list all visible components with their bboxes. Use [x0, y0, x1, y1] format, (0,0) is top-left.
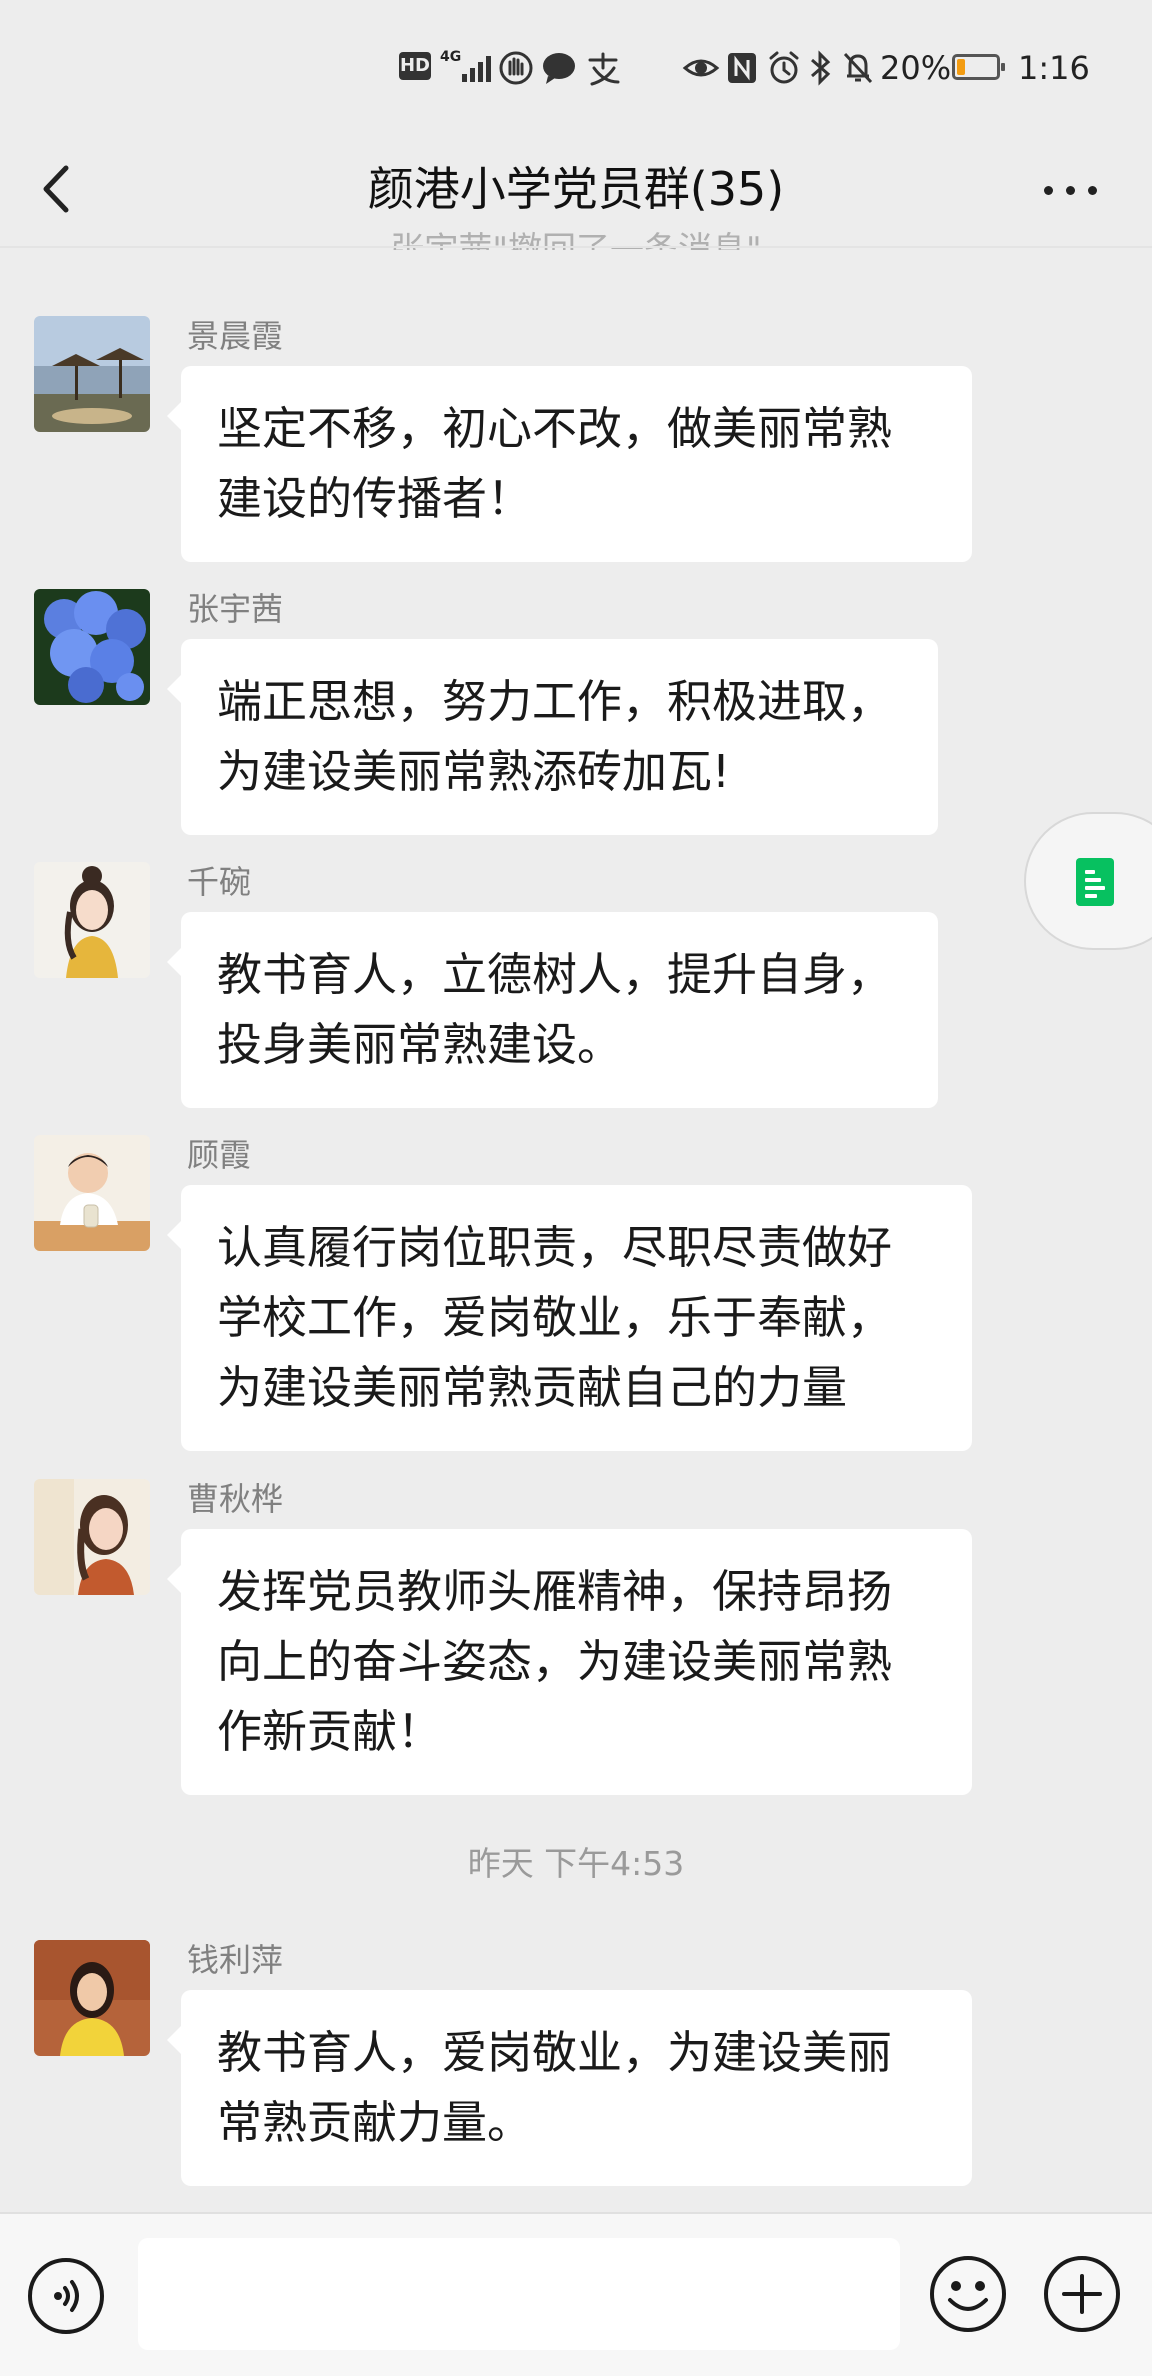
sender-name: 景晨霞: [187, 317, 284, 355]
avatar[interactable]: [34, 1940, 150, 2056]
signal-icon: 4G: [440, 48, 492, 88]
status-time: 1:16: [1018, 49, 1090, 87]
alarm-icon: [766, 48, 802, 88]
message-line: 作新贡献！: [217, 1705, 443, 1758]
divider: [0, 246, 1152, 248]
timestamp: 昨天 下午4:53: [467, 1844, 685, 1883]
bluetooth-icon: [806, 48, 834, 88]
chat-bubble-icon: [540, 48, 578, 88]
app-icon: [584, 48, 624, 88]
plus-icon[interactable]: [1042, 2254, 1122, 2334]
more-dots-icon[interactable]: [1036, 166, 1106, 212]
nfc-icon: [726, 48, 758, 88]
hand-icon: [498, 48, 534, 88]
battery-percent: 20%: [880, 49, 952, 87]
avatar[interactable]: [34, 862, 150, 978]
message-line: 投身美丽常熟建设。: [217, 1018, 623, 1071]
message-bubble[interactable]: 教书育人，爱岗敬业，为建设美丽 常熟贡献力量。: [167, 1990, 972, 2186]
message-line: 教书育人，立德树人，提升自身，: [217, 948, 893, 1001]
status-bar: HD 4G 20% 1:16: [0, 0, 1152, 130]
document-icon: [1076, 858, 1114, 906]
message-bubble[interactable]: 端正思想，努力工作，积极进取， 为建设美丽常熟添砖加瓦!: [167, 639, 938, 835]
message-line: 向上的奋斗姿态，为建设美丽常熟: [217, 1635, 893, 1688]
message-bubble[interactable]: 发挥党员教师头雁精神，保持昂扬 向上的奋斗姿态，为建设美丽常熟 作新贡献！: [167, 1529, 972, 1795]
message-line: 认真履行岗位职责，尽职尽责做好: [217, 1221, 893, 1274]
chevron-left-icon[interactable]: [38, 154, 78, 224]
avatar[interactable]: [34, 1135, 150, 1251]
message-line: 发挥党员教师头雁精神，保持昂扬: [217, 1565, 893, 1618]
voice-icon[interactable]: [28, 2258, 104, 2334]
network-type: 4G: [440, 49, 462, 65]
mute-icon: [840, 48, 876, 88]
message-bubble[interactable]: 认真履行岗位职责，尽职尽责做好 学校工作，爱岗敬业，乐于奉献， 为建设美丽常熟贡…: [167, 1185, 972, 1451]
message-line: 建设的传播者！: [217, 472, 533, 525]
sender-name: 千碗: [187, 863, 252, 901]
message-line: 为建设美丽常熟添砖加瓦!: [217, 745, 731, 798]
sender-name: 曹秋桦: [187, 1480, 284, 1518]
battery-fill: [957, 59, 965, 75]
message-line: 坚定不移，初心不改，做美丽常熟: [217, 402, 893, 455]
message-line: 端正思想，努力工作，积极进取，: [217, 675, 893, 728]
sender-name: 钱利萍: [187, 1941, 284, 1979]
avatar[interactable]: [34, 316, 150, 432]
hd-icon: HD: [399, 52, 431, 80]
message-line: 常熟贡献力量。: [217, 2096, 533, 2149]
message-input[interactable]: [138, 2238, 900, 2350]
avatar[interactable]: [34, 1479, 150, 1595]
message-bubble[interactable]: 教书育人，立德树人，提升自身， 投身美丽常熟建设。: [167, 912, 938, 1108]
sender-name: 张宇茜: [187, 590, 284, 628]
floating-document-button[interactable]: [1024, 812, 1152, 950]
avatar[interactable]: [34, 589, 150, 705]
eye-icon: [682, 48, 720, 88]
message-line: 学校工作，爱岗敬业，乐于奉献，: [217, 1291, 893, 1344]
message-line: 教书育人，爱岗敬业，为建设美丽: [217, 2026, 893, 2079]
message-line: 为建设美丽常熟贡献自己的力量: [217, 1361, 848, 1414]
battery-icon: [952, 54, 1005, 80]
message-bubble[interactable]: 坚定不移，初心不改，做美丽常熟 建设的传播者！: [167, 366, 972, 562]
emoji-icon[interactable]: [928, 2254, 1008, 2334]
sender-name: 顾霞: [187, 1136, 252, 1174]
input-bar: [0, 2212, 1152, 2376]
